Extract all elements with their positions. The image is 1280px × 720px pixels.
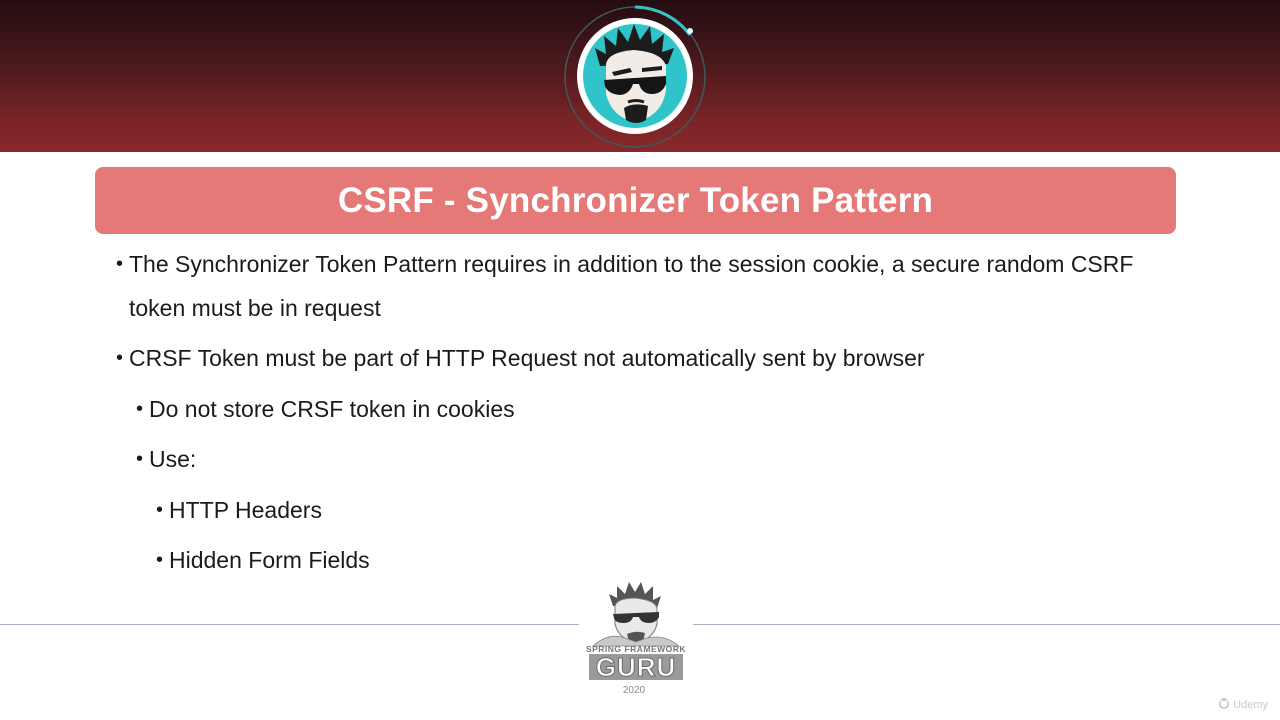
udemy-watermark-text: Udemy — [1233, 698, 1268, 711]
bullet-text: The Synchronizer Token Pattern requires … — [129, 251, 1134, 277]
bullet-dot: • — [116, 253, 124, 275]
sub-bullet-item: • Use: — [136, 437, 197, 481]
bullet-text: Do not store CRSF token in cookies — [149, 396, 515, 422]
logo-year: 2020 — [623, 685, 646, 696]
guru-avatar-icon — [562, 4, 708, 150]
slide: CSRF - Synchronizer Token Pattern • The … — [0, 0, 1280, 720]
bullet-dot: • — [156, 499, 164, 521]
bullet-item: • The Synchronizer Token Pattern require… — [116, 242, 1134, 286]
bullet-text: Use: — [149, 446, 197, 472]
udemy-watermark: Udemy — [1218, 697, 1268, 712]
logo-main-text: GURU — [596, 652, 677, 682]
spring-framework-guru-logo: SPRING FRAMEWORK GURU 2020 — [579, 576, 693, 698]
bullet-dot: • — [136, 448, 144, 470]
bullet-text: token must be in request — [129, 295, 381, 321]
sub-sub-bullet-item: • Hidden Form Fields — [156, 538, 370, 582]
bullet-dot: • — [116, 347, 124, 369]
sub-sub-bullet-item: • HTTP Headers — [156, 488, 322, 532]
bullet-text: CRSF Token must be part of HTTP Request … — [129, 345, 925, 371]
sub-bullet-item: • Do not store CRSF token in cookies — [136, 387, 515, 431]
bullet-text: HTTP Headers — [169, 497, 322, 523]
udemy-logo-icon — [1218, 697, 1230, 712]
bullet-item: • CRSF Token must be part of HTTP Reques… — [116, 336, 925, 380]
bullet-dot: • — [136, 398, 144, 420]
slide-title: CSRF - Synchronizer Token Pattern — [337, 180, 934, 220]
bullet-text: Hidden Form Fields — [169, 547, 370, 573]
slide-title-bar: CSRF - Synchronizer Token Pattern — [95, 167, 1176, 234]
bullet-continuation: token must be in request — [129, 286, 381, 330]
bullet-dot: • — [156, 549, 164, 571]
